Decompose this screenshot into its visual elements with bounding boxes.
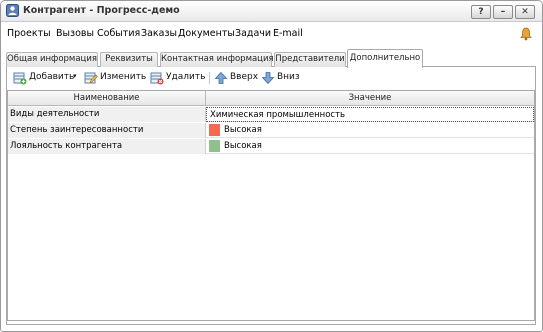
tab-general-info[interactable]: Общая информация — [6, 52, 98, 67]
column-header-name[interactable]: Наименование — [8, 91, 206, 106]
title-bar[interactable]: Контрагент - Прогресс-демо ? – ✕ — [1, 1, 542, 22]
tab-representatives[interactable]: Представители — [274, 52, 346, 67]
help-button[interactable]: ? — [471, 5, 491, 19]
property-name-cell: Степень заинтересованности — [8, 123, 206, 138]
tab-requisites[interactable]: Реквизиты — [100, 52, 158, 67]
property-value-cell[interactable]: Высокая — [206, 123, 534, 138]
tab-strip: Общая информация Реквизиты Контактная ин… — [6, 49, 536, 68]
add-button[interactable]: Добавить ▾ — [13, 71, 79, 85]
table-row[interactable]: Виды деятельности Химическая промышленно… — [8, 107, 534, 122]
tab-contact-info[interactable]: Контактная информация — [160, 52, 274, 67]
chevron-down-icon: ▾ — [73, 72, 77, 80]
add-label: Добавить — [29, 72, 75, 82]
color-swatch — [209, 140, 220, 152]
add-icon — [13, 72, 27, 85]
app-icon — [6, 4, 19, 17]
menu-item-documents[interactable]: Документы — [178, 28, 235, 39]
edit-icon — [84, 72, 98, 84]
menu-item-email[interactable]: E-mail — [273, 28, 303, 39]
delete-label: Удалить — [166, 72, 206, 82]
move-down-button[interactable]: Вниз — [261, 71, 305, 85]
delete-icon — [150, 72, 164, 85]
table-row[interactable]: Лояльность контрагента Высокая — [8, 139, 534, 154]
properties-grid: Наименование Значение Виды деятельности … — [7, 90, 535, 321]
move-down-label: Вниз — [277, 72, 300, 82]
property-name-cell: Лояльность контрагента — [8, 139, 206, 154]
edit-button[interactable]: Изменить — [84, 71, 147, 85]
menu-item-orders[interactable]: Заказы — [141, 28, 177, 39]
window-title: Контрагент - Прогресс-демо — [23, 5, 180, 16]
column-header-value[interactable]: Значение — [206, 91, 534, 106]
close-button[interactable]: ✕ — [515, 5, 535, 19]
minimize-button[interactable]: – — [493, 5, 513, 19]
property-name-cell: Виды деятельности — [8, 107, 206, 122]
bell-icon[interactable] — [520, 27, 532, 41]
property-value-text: Высокая — [224, 125, 262, 135]
property-value-cell[interactable]: Высокая — [206, 139, 534, 154]
menu-bar: Проекты Вызовы События Заказы Документы … — [1, 23, 542, 44]
menu-item-events[interactable]: События — [97, 28, 140, 39]
arrow-up-icon — [214, 71, 228, 84]
move-up-label: Вверх — [230, 72, 259, 82]
edit-label: Изменить — [100, 72, 147, 82]
menu-item-tasks[interactable]: Задачи — [235, 28, 271, 39]
arrow-down-icon — [261, 72, 275, 85]
menu-item-calls[interactable]: Вызовы — [56, 28, 94, 39]
delete-button[interactable]: Удалить — [150, 71, 206, 85]
property-value-cell[interactable]: Химическая промышленность — [206, 107, 534, 122]
table-row[interactable]: Степень заинтересованности Высокая — [8, 123, 534, 138]
tab-additional[interactable]: Дополнительно — [347, 49, 423, 68]
toolbar-separator — [209, 72, 210, 84]
property-value-text: Химическая промышленность — [210, 110, 346, 120]
move-up-button[interactable]: Вверх — [214, 71, 260, 85]
color-swatch — [209, 124, 220, 136]
property-value-text: Высокая — [224, 141, 262, 151]
toolbar: Добавить ▾ Изменить Удалить Вверх Вниз — [6, 68, 536, 88]
menu-item-projects[interactable]: Проекты — [7, 28, 51, 39]
contractor-window: Контрагент - Прогресс-демо ? – ✕ Проекты… — [0, 0, 543, 332]
